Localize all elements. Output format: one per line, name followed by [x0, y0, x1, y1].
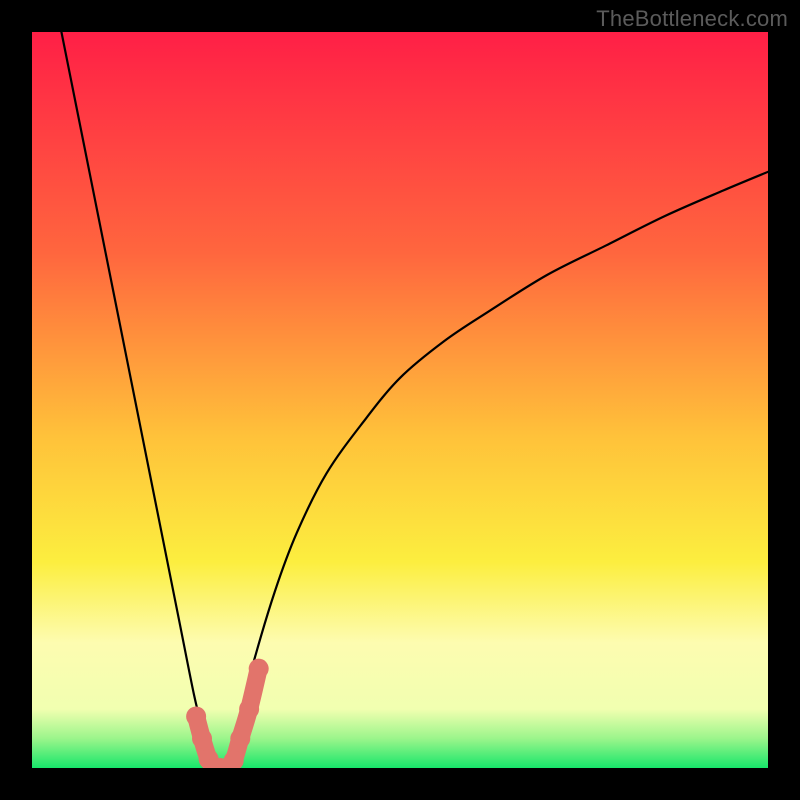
curve-left-branch: [61, 32, 223, 768]
watermark-text: TheBottleneck.com: [596, 6, 788, 32]
plot-area: [32, 32, 768, 768]
curve-right-branch: [223, 172, 768, 768]
marker-dot: [239, 699, 259, 719]
chart-frame: TheBottleneck.com: [0, 0, 800, 800]
marker-dot: [249, 659, 269, 679]
marker-dot: [192, 729, 212, 749]
chart-curves: [32, 32, 768, 768]
marker-dot: [230, 729, 250, 749]
marker-dot: [186, 706, 206, 726]
